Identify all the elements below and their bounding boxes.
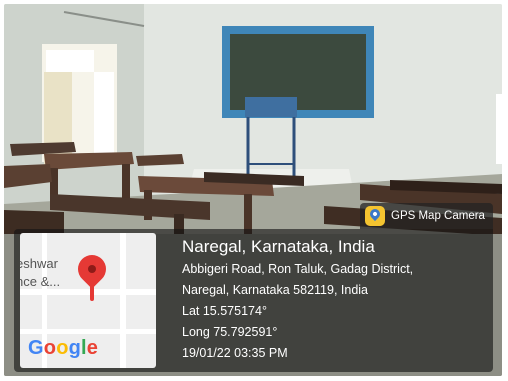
location-details: Naregal, Karnataka, India Abbigeri Road,…: [182, 235, 413, 364]
gps-map-camera-app-icon: [365, 206, 385, 226]
badge-label: GPS Map Camera: [391, 210, 485, 222]
address-line-1: Abbigeri Road, Ron Taluk, Gadag District…: [182, 262, 414, 276]
google-logo: Google: [28, 337, 99, 359]
longitude: Long 75.792591°: [182, 325, 278, 339]
location-info-overlay: eshwar nce &... Google Naregal, Karnatak…: [14, 229, 493, 372]
map-thumbnail: eshwar nce &... Google: [20, 233, 156, 368]
gps-map-camera-badge: GPS Map Camera: [360, 203, 493, 229]
datetime-stamp: 19/01/22 03:35 PM: [182, 346, 288, 360]
address-line-2: Naregal, Karnataka 582119, India: [182, 283, 369, 297]
map-place-label: eshwar nce &...: [20, 256, 61, 289]
location-title: Naregal, Karnataka, India: [182, 237, 375, 256]
latitude: Lat 15.575174°: [182, 304, 267, 318]
